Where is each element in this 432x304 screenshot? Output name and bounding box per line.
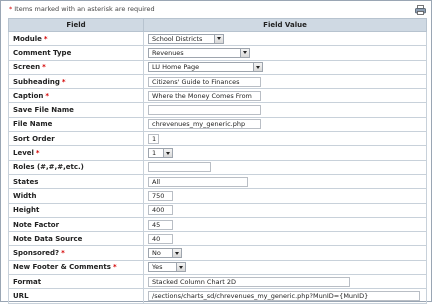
field-label: Subheading * <box>8 73 144 90</box>
chevron-down-icon[interactable] <box>172 249 181 258</box>
format-input[interactable]: Stacked Column Chart 2D <box>148 276 350 287</box>
screen-select[interactable]: LU Home Page <box>148 62 263 73</box>
table-row: States All <box>8 173 427 190</box>
chevron-down-icon[interactable] <box>163 149 172 158</box>
table-row: Note Factor 45 <box>8 216 427 233</box>
height-input[interactable]: 400 <box>148 205 173 216</box>
required-note-text: Items marked with an asterisk are requir… <box>14 5 155 13</box>
field-label: Save File Name <box>8 102 144 118</box>
field-label: New Footer & Comments * <box>8 259 144 276</box>
field-label: Roles (#,#,#,etc.) <box>8 159 144 175</box>
column-header-field: Field <box>8 18 144 32</box>
print-icon[interactable] <box>415 5 426 15</box>
table-row: Screen * LU Home Page <box>8 59 427 75</box>
table-row: New Footer & Comments * Yes <box>8 259 427 276</box>
note-factor-input[interactable]: 45 <box>148 219 173 230</box>
table-row: Level * 1 <box>8 145 427 161</box>
required-asterisk: * <box>9 5 13 13</box>
required-asterisk: * <box>43 34 48 43</box>
note-data-source-input[interactable]: 40 <box>148 233 173 244</box>
caption-input[interactable]: Where the Money Comes From <box>148 90 261 101</box>
subheading-input[interactable]: Citizens' Guide to Finances <box>148 76 261 87</box>
required-note: * Items marked with an asterisk are requi… <box>9 4 155 15</box>
width-input[interactable]: 750 <box>148 190 173 201</box>
level-select[interactable]: 1 <box>148 148 173 159</box>
field-label: Width <box>8 188 144 204</box>
module-select[interactable]: School Districts <box>148 33 224 44</box>
required-asterisk: * <box>35 149 40 158</box>
sort-order-input[interactable]: 1 <box>148 133 159 144</box>
field-label: Module * <box>8 30 144 47</box>
file-name-input[interactable]: chrevenues_my_generic.php <box>148 119 261 130</box>
column-header-value: Field Value <box>143 18 427 32</box>
table-row: Roles (#,#,#,etc.) <box>8 159 427 175</box>
table-header-row: Field Field Value <box>8 18 427 32</box>
field-label: Note Factor <box>8 216 144 233</box>
field-label: States <box>8 173 144 190</box>
save-file-name-input[interactable] <box>148 105 261 116</box>
new-footer-comments-select[interactable]: Yes <box>148 262 186 273</box>
url-input[interactable]: /sections/charts_sd/chrevenues_my_generi… <box>148 290 420 301</box>
chevron-down-icon[interactable] <box>253 63 262 72</box>
chevron-down-icon[interactable] <box>176 263 185 272</box>
table-row: Sponsored? * No <box>8 245 427 261</box>
table-row: Width 750 <box>8 188 427 204</box>
required-asterisk: * <box>61 249 65 258</box>
field-label: Sponsored? * <box>8 245 144 261</box>
table-row: Height 400 <box>8 202 427 218</box>
field-label: URL <box>8 288 144 304</box>
form-panel: * Items marked with an asterisk are requi… <box>0 0 432 304</box>
field-label: Caption * <box>8 88 144 104</box>
roles-input[interactable] <box>148 162 211 173</box>
field-label: Note Data Source <box>8 231 144 247</box>
field-label: File Name <box>8 116 144 133</box>
comment-type-select[interactable]: Revenues <box>148 47 250 58</box>
chevron-down-icon[interactable] <box>240 48 249 57</box>
required-asterisk: * <box>61 77 66 86</box>
sponsored-select[interactable]: No <box>148 248 182 259</box>
table-row: Format Stacked Column Chart 2D <box>8 274 427 290</box>
field-table: Field Field Value Module * School Distric… <box>8 18 427 304</box>
table-row: Module * School Districts <box>8 30 427 47</box>
table-row: Sort Order 1 <box>8 131 427 147</box>
field-label: Level * <box>8 145 144 161</box>
field-label: Height <box>8 202 144 218</box>
table-row: File Name chrevenues_my_generic.php <box>8 116 427 133</box>
required-asterisk: * <box>45 91 50 100</box>
field-label: Screen * <box>8 59 144 75</box>
required-asterisk: * <box>42 63 46 72</box>
field-label: Comment Type <box>8 45 144 61</box>
field-label: Sort Order <box>8 131 144 147</box>
table-row: Comment Type Revenues <box>8 45 427 61</box>
required-asterisk: * <box>112 263 117 272</box>
field-label: Format <box>8 274 144 290</box>
table-row: Save File Name <box>8 102 427 118</box>
table-row: Note Data Source 40 <box>8 231 427 247</box>
table-row: Caption * Where the Money Comes From <box>8 88 427 104</box>
table-row: Subheading * Citizens' Guide to Finances <box>8 73 427 90</box>
states-input[interactable]: All <box>148 176 248 187</box>
chevron-down-icon[interactable] <box>214 34 223 43</box>
table-row: URL /sections/charts_sd/chrevenues_my_ge… <box>8 288 427 304</box>
